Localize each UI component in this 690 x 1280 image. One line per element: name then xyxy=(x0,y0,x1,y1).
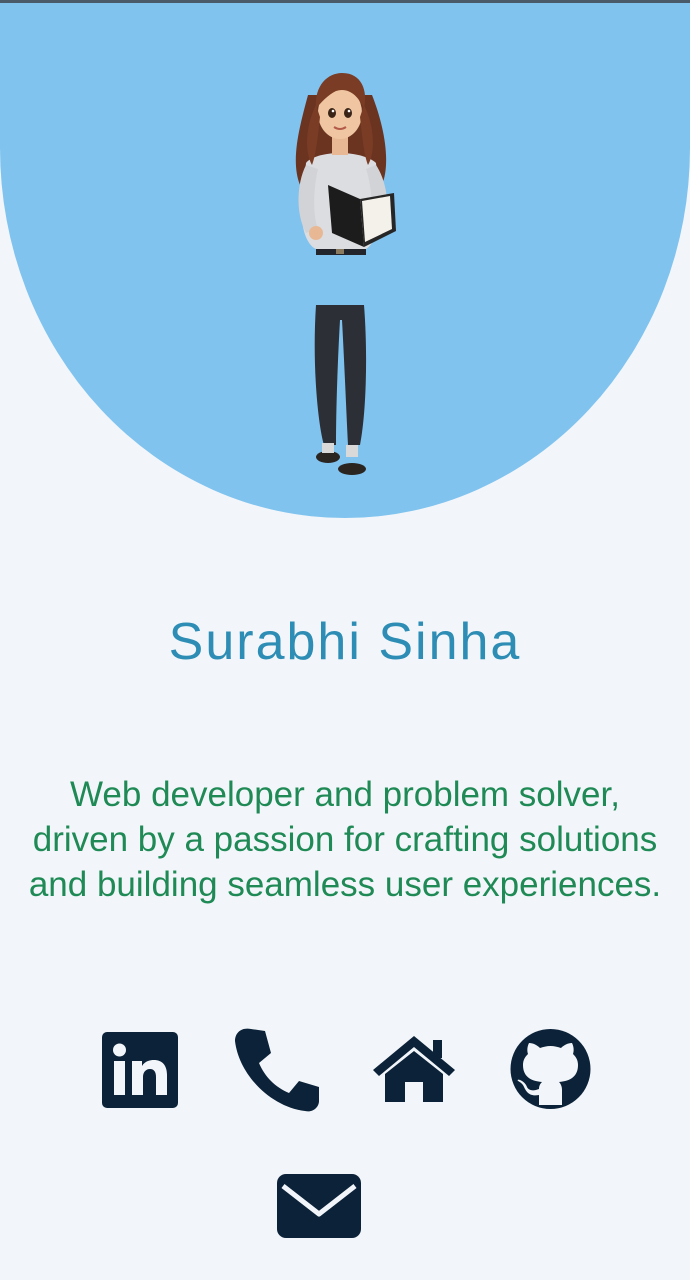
avatar-illustration xyxy=(295,73,396,475)
github-icon[interactable] xyxy=(509,1029,592,1109)
bio-line: and building seamless user experiences. xyxy=(28,865,662,904)
phone-icon[interactable] xyxy=(233,1027,321,1113)
profile-name: Surabhi Sinha xyxy=(168,613,522,671)
bio-line: Web developer and problem solver, xyxy=(70,775,620,814)
profile-bio: Web developer and problem solver, driven… xyxy=(0,772,690,907)
linkedin-icon[interactable] xyxy=(102,1032,178,1108)
home-icon[interactable] xyxy=(371,1034,457,1104)
email-icon[interactable] xyxy=(277,1174,361,1238)
bio-line: driven by a passion for crafting solutio… xyxy=(32,820,658,859)
hero-section xyxy=(0,3,690,518)
